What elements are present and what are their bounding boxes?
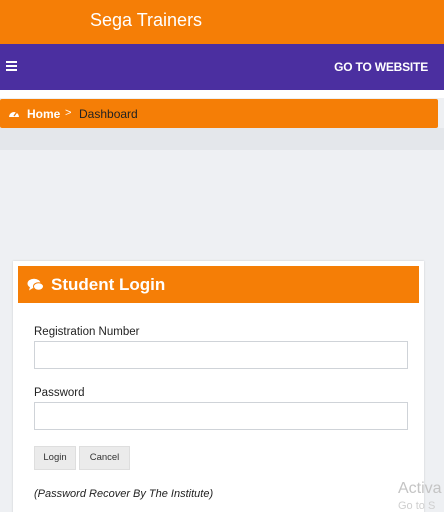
sub-bar [0,128,444,150]
breadcrumb-current: Dashboard [79,107,138,121]
password-input[interactable] [34,402,408,430]
registration-label: Registration Number [34,326,140,338]
card-header: Student Login [18,266,419,303]
activation-watermark-sub: Go to S [398,500,436,512]
login-button[interactable]: Login [34,446,76,470]
top-header: Sega Trainers [0,0,444,44]
brand-title: Sega Trainers [90,10,203,30]
spacer [0,90,444,98]
password-label: Password [34,387,85,399]
card-title: Student Login [51,275,166,294]
nav-bar: GO TO WEBSITE [0,44,444,90]
chat-bubbles-icon [27,278,44,291]
hamburger-icon[interactable] [6,61,17,71]
activation-watermark: Activa [398,480,442,497]
dashboard-gauge-icon [9,112,19,117]
student-login-card: Student Login Registration Number Passwo… [13,261,424,512]
registration-number-input[interactable] [34,341,408,369]
go-to-website-link[interactable]: GO TO WEBSITE [334,60,428,74]
breadcrumb-separator: > [65,107,72,119]
breadcrumb-home-link[interactable]: Home [27,107,60,121]
password-recover-note: (Password Recover By The Institute) [34,488,214,500]
cancel-button[interactable]: Cancel [79,446,130,470]
breadcrumb: Home > Dashboard [0,99,438,128]
